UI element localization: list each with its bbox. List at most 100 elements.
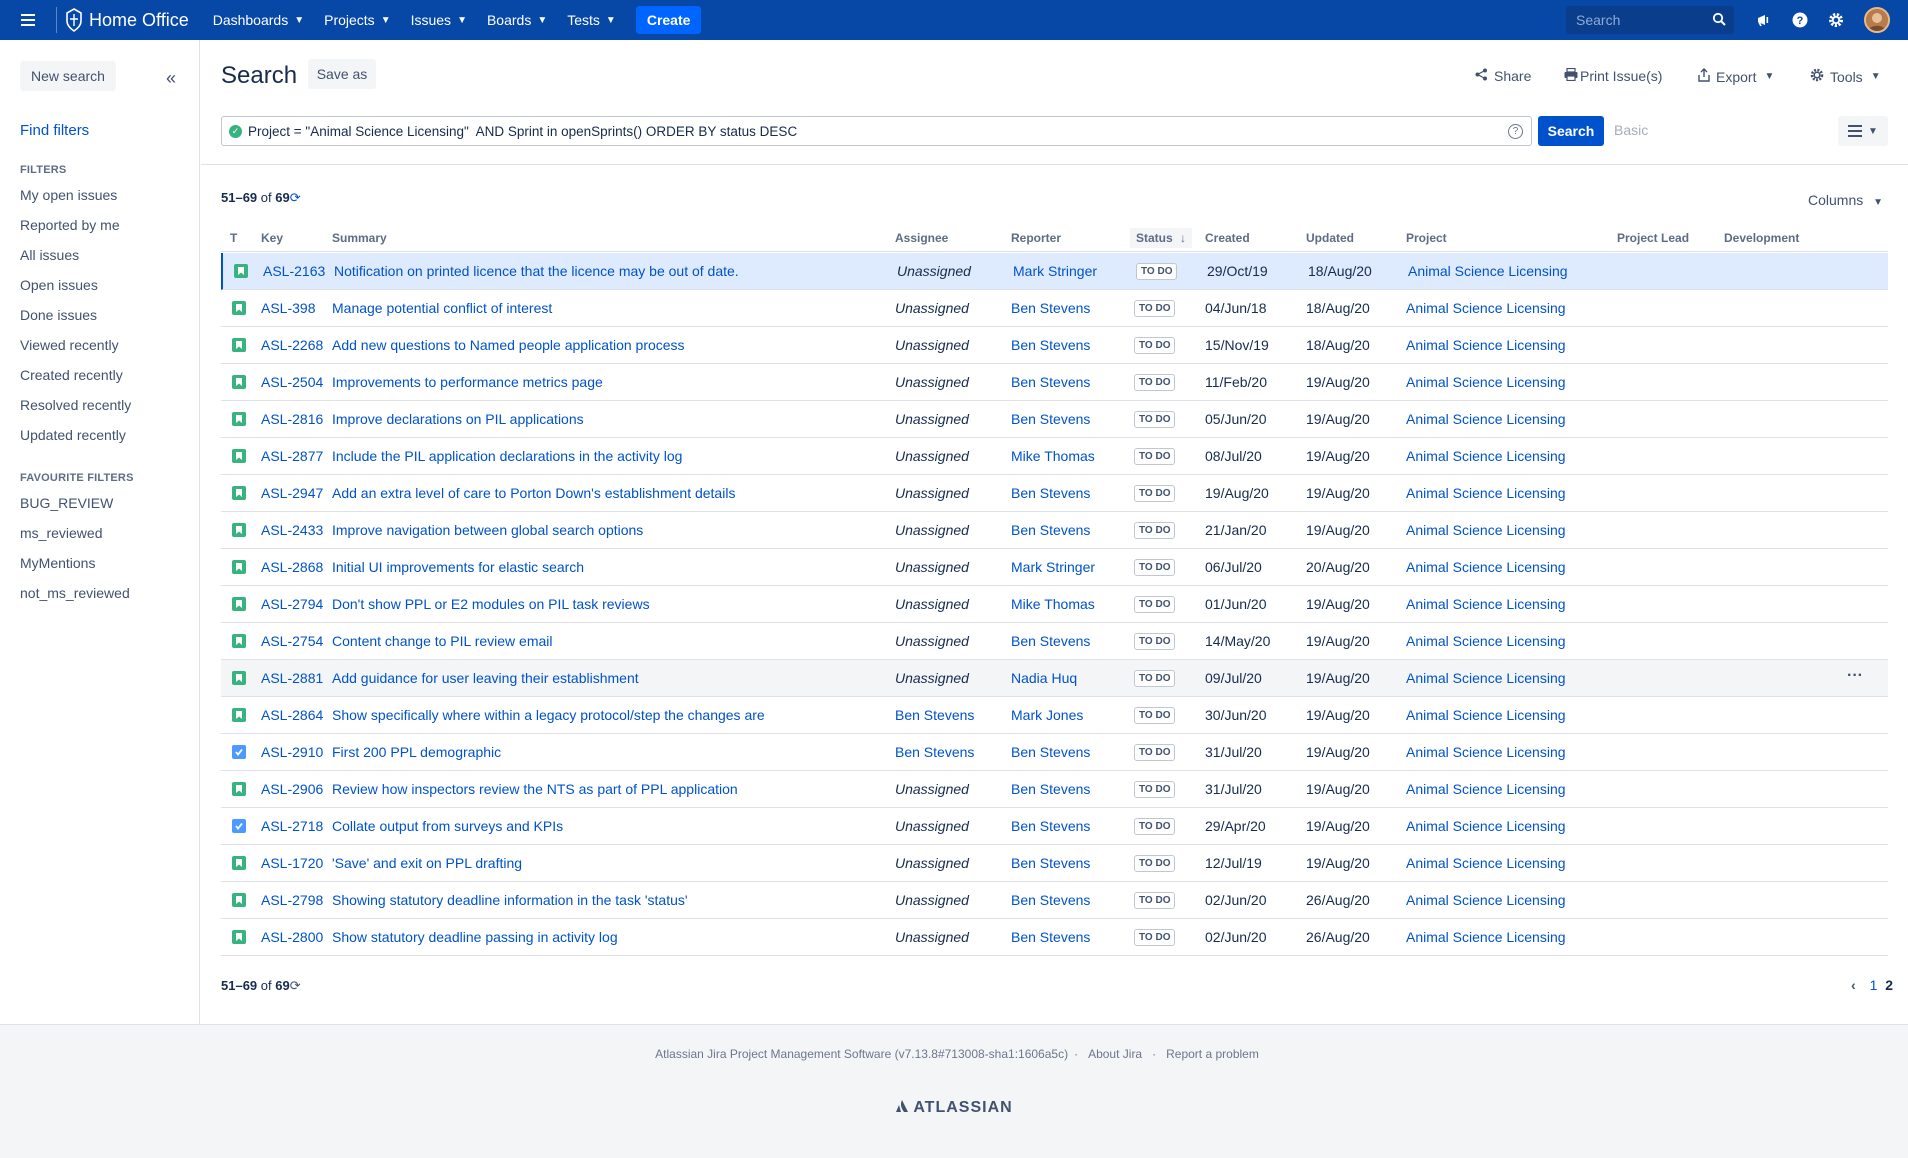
issue-summary-link[interactable]: Show specifically where within a legacy … [332, 707, 765, 723]
user-avatar[interactable] [1864, 7, 1890, 33]
nav-issues[interactable]: Issues ▼ [401, 0, 477, 40]
reporter-link[interactable]: Ben Stevens [1011, 522, 1090, 538]
project-link[interactable]: Animal Science Licensing [1406, 929, 1566, 945]
table-row[interactable]: ASL-2754 Content change to PIL review ema… [221, 623, 1888, 660]
project-link[interactable]: Animal Science Licensing [1406, 855, 1566, 871]
nav-projects[interactable]: Projects ▼ [314, 0, 400, 40]
project-link[interactable]: Animal Science Licensing [1406, 448, 1566, 464]
issue-summary-link[interactable]: Review how inspectors review the NTS as … [332, 781, 738, 797]
notifications-megaphone-icon[interactable] [1754, 10, 1774, 30]
project-link[interactable]: Animal Science Licensing [1406, 374, 1566, 390]
issue-key-link[interactable]: ASL-2868 [261, 559, 323, 575]
create-button[interactable]: Create [635, 6, 702, 34]
share-button[interactable]: Share [1475, 68, 1531, 84]
column-header-summary[interactable]: Summary [332, 231, 387, 245]
favourite-filter-bug-review[interactable]: BUG_REVIEW [20, 495, 113, 511]
filter-created-recently[interactable]: Created recently [20, 367, 123, 383]
find-filters-link[interactable]: Find filters [20, 122, 89, 139]
table-row[interactable]: ASL-2881 Add guidance for user leaving th… [221, 660, 1888, 697]
reporter-link[interactable]: Ben Stevens [1011, 744, 1090, 760]
project-link[interactable]: Animal Science Licensing [1406, 522, 1566, 538]
table-row[interactable]: ASL-2798 Showing statutory deadline infor… [221, 882, 1888, 919]
table-row[interactable]: ASL-2947 Add an extra level of care to Po… [221, 475, 1888, 512]
previous-page-icon[interactable]: ‹ [1851, 977, 1856, 993]
issue-summary-link[interactable]: Showing statutory deadline information i… [332, 892, 688, 908]
filter-done-issues[interactable]: Done issues [20, 307, 97, 323]
about-jira-link[interactable]: About Jira [1088, 1047, 1142, 1061]
reporter-link[interactable]: Ben Stevens [1011, 892, 1090, 908]
table-row[interactable]: ASL-2163 Notification on printed licence … [221, 253, 1888, 290]
reporter-link[interactable]: Mike Thomas [1011, 596, 1095, 612]
new-search-button[interactable]: New search [20, 61, 116, 91]
column-header-development[interactable]: Development [1724, 231, 1799, 245]
syntax-help-icon[interactable]: ? [1508, 124, 1523, 139]
issue-summary-link[interactable]: Content change to PIL review email [332, 633, 553, 649]
issue-summary-link[interactable]: Show statutory deadline passing in activ… [332, 929, 618, 945]
filter-all-issues[interactable]: All issues [20, 247, 79, 263]
issue-summary-link[interactable]: Improve navigation between global search… [332, 522, 643, 538]
project-link[interactable]: Animal Science Licensing [1406, 485, 1566, 501]
issue-key-link[interactable]: ASL-2947 [261, 485, 323, 501]
issue-key-link[interactable]: ASL-2800 [261, 929, 323, 945]
issue-summary-link[interactable]: Collate output from surveys and KPIs [332, 818, 563, 834]
table-row[interactable]: ASL-2868 Initial UI improvements for elas… [221, 549, 1888, 586]
table-row[interactable]: ASL-2718 Collate output from surveys and … [221, 808, 1888, 845]
reporter-link[interactable]: Ben Stevens [1011, 929, 1090, 945]
home-office-logo[interactable]: Home Office [65, 8, 189, 32]
favourite-filter-ms-reviewed[interactable]: ms_reviewed [20, 525, 102, 541]
issue-key-link[interactable]: ASL-2163 [263, 263, 325, 279]
table-row[interactable]: ASL-2864 Show specifically where within a… [221, 697, 1888, 734]
filter-open-issues[interactable]: Open issues [20, 277, 98, 293]
issue-key-link[interactable]: ASL-2864 [261, 707, 323, 723]
reporter-link[interactable]: Mike Thomas [1011, 448, 1095, 464]
search-button[interactable]: Search [1538, 116, 1604, 146]
column-header-updated[interactable]: Updated [1306, 231, 1354, 245]
page-link-1[interactable]: 1 [1870, 977, 1878, 993]
filter-updated-recently[interactable]: Updated recently [20, 427, 126, 443]
reporter-link[interactable]: Ben Stevens [1011, 300, 1090, 316]
export-dropdown[interactable]: Export ▼ [1698, 68, 1774, 85]
global-search-input[interactable]: Search [1566, 6, 1734, 34]
table-row[interactable]: ASL-2816 Improve declarations on PIL appl… [221, 401, 1888, 438]
save-as-button[interactable]: Save as [308, 59, 376, 89]
refresh-icon[interactable]: ⟳ [290, 190, 301, 205]
issue-key-link[interactable]: ASL-2881 [261, 670, 323, 686]
table-row[interactable]: ASL-2910 First 200 PPL demographic Ben Ste… [221, 734, 1888, 771]
project-link[interactable]: Animal Science Licensing [1406, 633, 1566, 649]
table-row[interactable]: ASL-2504 Improvements to performance metr… [221, 364, 1888, 401]
reporter-link[interactable]: Ben Stevens [1011, 411, 1090, 427]
jql-query-input[interactable]: ✓ Project = "Animal Science Licensing" A… [221, 116, 1532, 146]
issue-summary-link[interactable]: Initial UI improvements for elastic sear… [332, 559, 584, 575]
column-header-project[interactable]: Project [1406, 231, 1447, 245]
reporter-link[interactable]: Nadia Huq [1011, 670, 1077, 686]
table-row[interactable]: ASL-2794 Don't show PPL or E2 modules on … [221, 586, 1888, 623]
project-link[interactable]: Animal Science Licensing [1406, 596, 1566, 612]
project-link[interactable]: Animal Science Licensing [1406, 744, 1566, 760]
issue-summary-link[interactable]: 'Save' and exit on PPL drafting [332, 855, 522, 871]
print-issues-button[interactable]: Print Issue(s) [1564, 67, 1662, 84]
reporter-link[interactable]: Ben Stevens [1011, 781, 1090, 797]
reporter-link[interactable]: Mark Stringer [1013, 263, 1097, 279]
project-link[interactable]: Animal Science Licensing [1406, 559, 1566, 575]
assignee-link[interactable]: Ben Stevens [895, 707, 974, 723]
project-link[interactable]: Animal Science Licensing [1406, 300, 1566, 316]
issue-summary-link[interactable]: Add an extra level of care to Porton Dow… [332, 485, 735, 501]
issue-key-link[interactable]: ASL-2433 [261, 522, 323, 538]
reporter-link[interactable]: Ben Stevens [1011, 855, 1090, 871]
nav-tests[interactable]: Tests ▼ [557, 0, 626, 40]
reporter-link[interactable]: Ben Stevens [1011, 485, 1090, 501]
collapse-sidebar-icon[interactable]: « [166, 68, 176, 89]
assignee-link[interactable]: Ben Stevens [895, 744, 974, 760]
issue-summary-link[interactable]: Add new questions to Named people applic… [332, 337, 685, 353]
atlassian-logo[interactable]: ATLASSIAN [0, 1099, 1908, 1117]
project-link[interactable]: Animal Science Licensing [1406, 818, 1566, 834]
basic-mode-link[interactable]: Basic [1614, 122, 1648, 138]
issue-key-link[interactable]: ASL-1720 [261, 855, 323, 871]
issue-key-link[interactable]: ASL-2718 [261, 818, 323, 834]
project-link[interactable]: Animal Science Licensing [1406, 707, 1566, 723]
table-row[interactable]: ASL-2268 Add new questions to Named peopl… [221, 327, 1888, 364]
favourite-filter-not-ms-reviewed[interactable]: not_ms_reviewed [20, 585, 130, 601]
column-header-type[interactable]: T [230, 231, 237, 245]
issue-key-link[interactable]: ASL-398 [261, 300, 315, 316]
table-row[interactable]: ASL-398 Manage potential conflict of inte… [221, 290, 1888, 327]
